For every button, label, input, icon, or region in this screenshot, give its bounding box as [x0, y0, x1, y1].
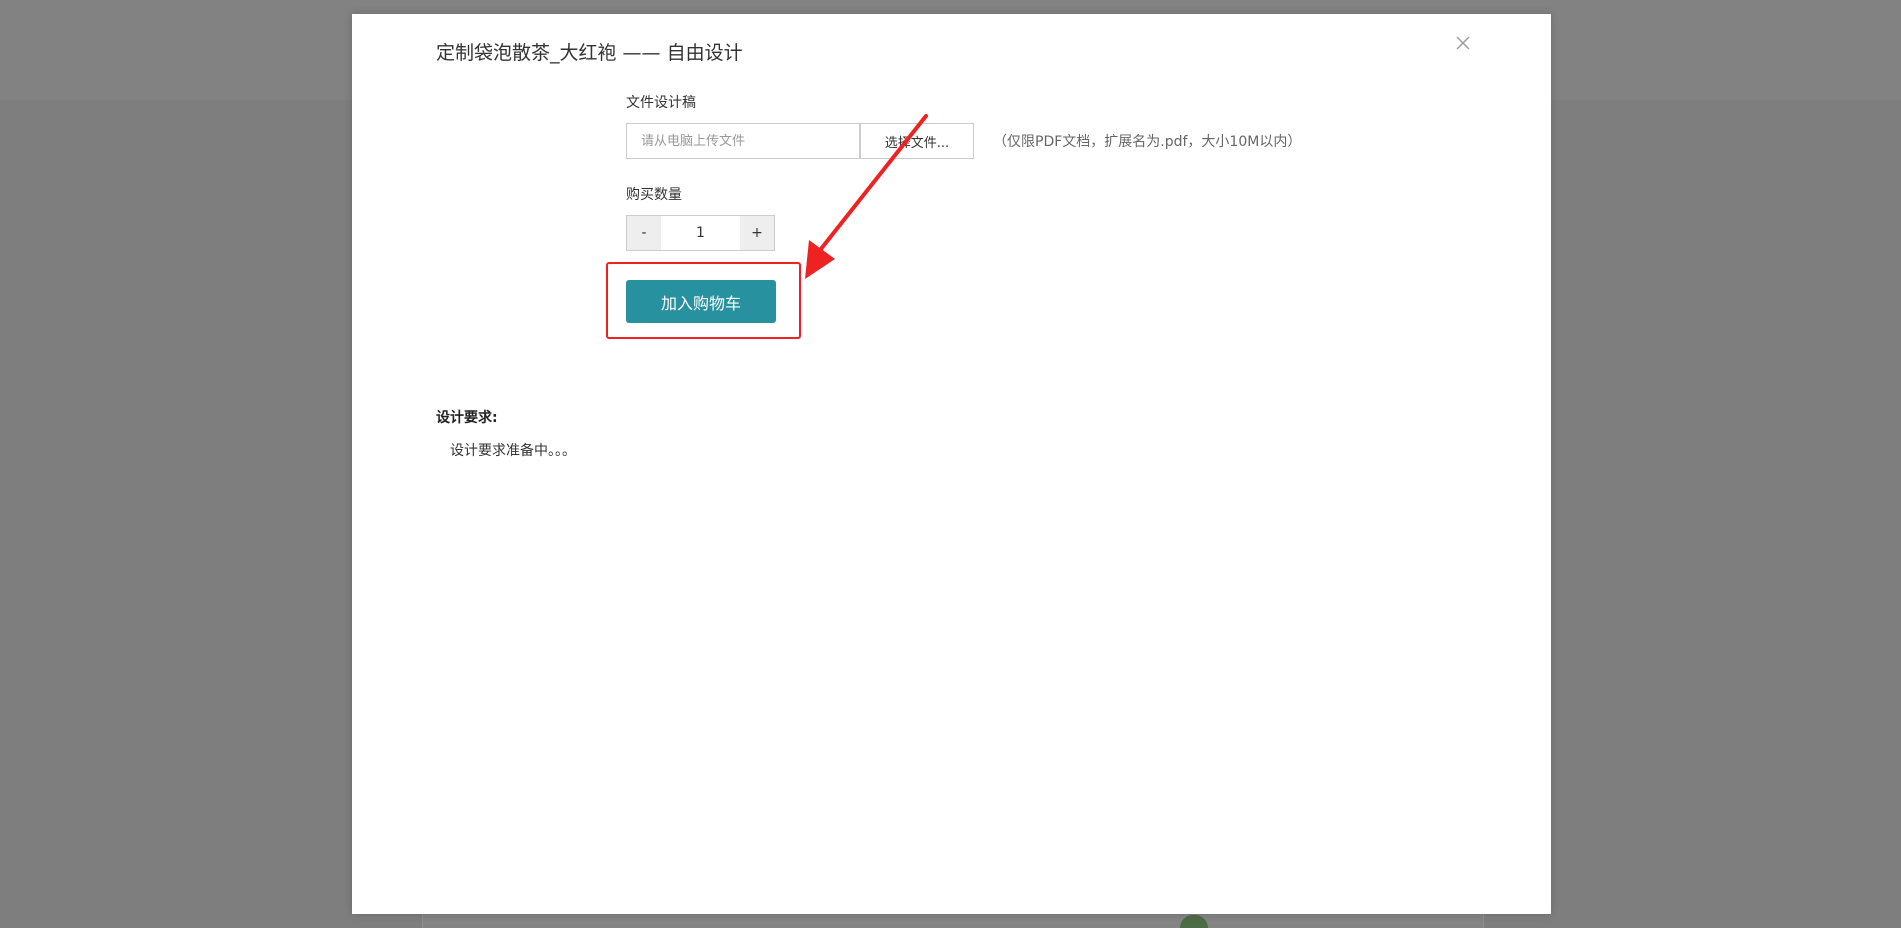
- upload-label: 文件设计稿: [626, 95, 696, 111]
- close-icon[interactable]: [1452, 32, 1474, 54]
- choose-file-button[interactable]: 选择文件...: [860, 123, 974, 159]
- upload-hint: （仅限PDF文档，扩展名为.pdf，大小10M以内）: [993, 134, 1302, 150]
- design-requirements-title: 设计要求:: [436, 410, 498, 426]
- quantity-stepper: - +: [626, 215, 775, 251]
- file-path-input[interactable]: [626, 123, 860, 159]
- quantity-input[interactable]: [661, 216, 740, 250]
- quantity-increase-button[interactable]: +: [740, 216, 774, 250]
- quantity-label: 购买数量: [626, 187, 682, 203]
- dialog-title: 定制袋泡散茶_大红袍 —— 自由设计: [436, 42, 743, 64]
- add-to-cart-button[interactable]: 加入购物车: [626, 280, 776, 323]
- quantity-decrease-button[interactable]: -: [627, 216, 661, 250]
- design-requirements-text: 设计要求准备中。。。: [450, 443, 576, 459]
- design-dialog: 定制袋泡散茶_大红袍 —— 自由设计 文件设计稿 选择文件... （仅限PDF文…: [352, 14, 1551, 914]
